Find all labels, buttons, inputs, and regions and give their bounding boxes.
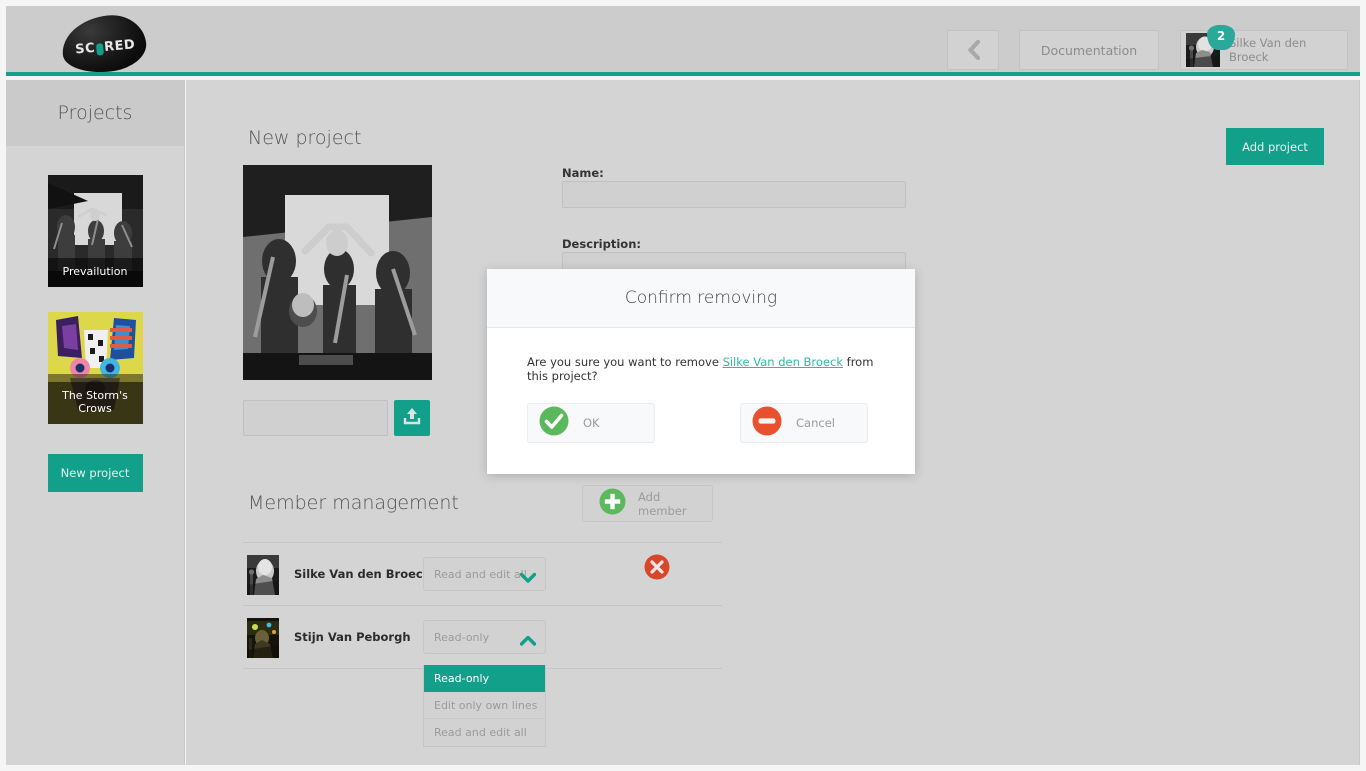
- dialog-title: Confirm removing: [487, 269, 915, 328]
- logo-text-left: SC: [74, 40, 96, 57]
- member-link[interactable]: Silke Van den Broeck: [723, 355, 843, 369]
- chevron-left-icon: [967, 40, 980, 60]
- member-name: Stijn Van Peborgh: [294, 630, 411, 644]
- user-name-label: Silke Van den Broeck: [1229, 36, 1307, 64]
- sidebar: Projects Prevailution The Storm's Crows …: [6, 80, 185, 765]
- logo-text-right: RED: [103, 36, 136, 55]
- sidebar-title-text: Projects: [57, 102, 133, 124]
- permission-option-edit-own[interactable]: Edit only own lines: [424, 692, 545, 719]
- new-project-label: New project: [60, 466, 130, 480]
- remove-member-button[interactable]: [644, 554, 670, 580]
- permission-select-stijn[interactable]: Read-only: [423, 620, 546, 654]
- permission-select-silke[interactable]: Read and edit all: [423, 557, 546, 591]
- add-project-button[interactable]: Add project: [1226, 128, 1324, 165]
- upload-button[interactable]: [394, 400, 430, 436]
- sidebar-title: Projects: [6, 80, 184, 146]
- new-project-button[interactable]: New project: [47, 454, 143, 492]
- add-project-label: Add project: [1242, 139, 1308, 154]
- dialog-title-text: Confirm removing: [624, 288, 778, 308]
- permission-dropdown-options: Read-only Edit only own lines Read and e…: [423, 665, 546, 747]
- permission-option-label: Edit only own lines: [434, 698, 538, 712]
- project-label: Prevailution: [47, 258, 143, 287]
- name-input[interactable]: [562, 181, 906, 208]
- permission-value: Read and edit all: [434, 568, 527, 581]
- documentation-label: Documentation: [1040, 42, 1138, 58]
- dialog-message-before: Are you sure you want to remove: [527, 355, 723, 369]
- logo-wordmark: SC RED: [61, 15, 150, 78]
- ok-button[interactable]: OK: [527, 403, 655, 443]
- logo-dot-icon: [95, 43, 104, 56]
- check-circle-icon: [539, 406, 569, 440]
- permission-option-label: Read and edit all: [434, 726, 527, 739]
- cancel-label: Cancel: [796, 416, 835, 430]
- avatar: [247, 618, 279, 658]
- add-member-label: Add member: [638, 489, 687, 518]
- app-logo[interactable]: SC RED: [59, 11, 149, 77]
- chevron-up-icon: [519, 632, 537, 651]
- top-bar: SC RED Documentation Silke Van den Broec…: [6, 6, 1360, 77]
- project-label: The Storm's Crows: [47, 382, 143, 424]
- chevron-down-icon: [519, 569, 537, 588]
- table-row: Silke Van den Broeck (me) Read and edit …: [243, 542, 722, 605]
- table-row: Stijn Van Peborgh Read-only: [243, 605, 722, 668]
- name-field-label: Name:: [562, 166, 604, 180]
- notification-count: 2: [1216, 29, 1226, 43]
- avatar: [247, 555, 279, 595]
- application-window: SC RED Documentation Silke Van den Broec…: [0, 0, 1366, 771]
- sidebar-item-project-storms-crows[interactable]: The Storm's Crows: [47, 312, 143, 424]
- upload-filename-input[interactable]: [243, 400, 388, 436]
- project-image-preview: [243, 165, 432, 380]
- add-member-button[interactable]: Add member: [582, 485, 713, 522]
- back-button[interactable]: [947, 30, 999, 70]
- ok-label: OK: [583, 416, 600, 430]
- documentation-button[interactable]: Documentation: [1019, 30, 1159, 70]
- permission-option-read-edit-all[interactable]: Read and edit all: [424, 719, 545, 746]
- cancel-button[interactable]: Cancel: [740, 403, 868, 443]
- confirm-removing-dialog: Confirm removing Are you sure you want t…: [487, 269, 915, 474]
- description-field-label: Description:: [562, 237, 641, 251]
- plus-circle-icon: [599, 488, 626, 519]
- upload-icon: [402, 406, 422, 430]
- dialog-message: Are you sure you want to remove Silke Va…: [527, 355, 895, 383]
- permission-option-label: Read-only: [434, 672, 490, 685]
- permission-option-read-only[interactable]: Read-only: [424, 665, 545, 692]
- sidebar-item-project-prevailution[interactable]: Prevailution: [47, 175, 143, 287]
- deny-circle-icon: [752, 406, 782, 440]
- page-title: New project: [248, 127, 362, 149]
- permission-value: Read-only: [434, 631, 490, 644]
- member-management-title: Member management: [248, 492, 459, 514]
- notification-badge: 2: [1207, 25, 1235, 50]
